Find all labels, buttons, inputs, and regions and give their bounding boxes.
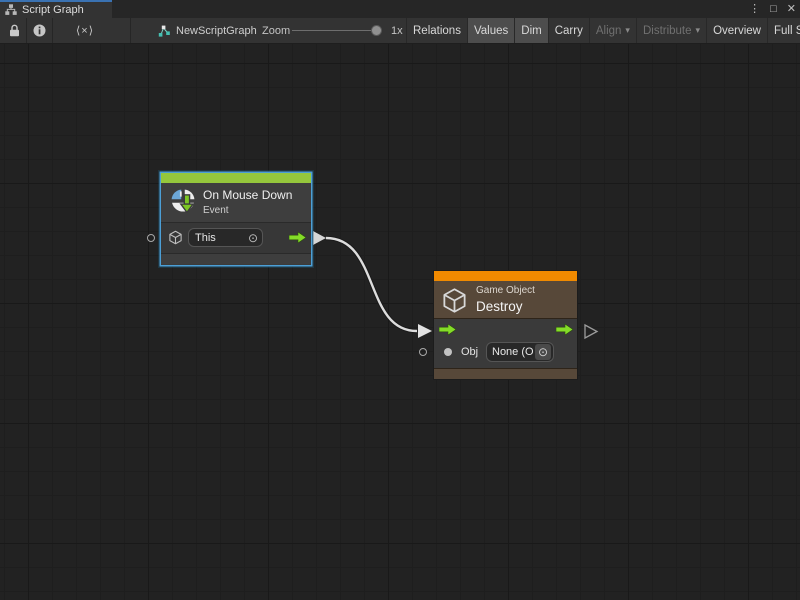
- zoom-value: 1x: [391, 18, 403, 43]
- destroy-node-header: Game Object Destroy: [434, 281, 577, 319]
- lock-button[interactable]: [5, 18, 23, 43]
- view-buttons-group: Relations Values Dim Carry Align ▾ Distr…: [406, 18, 800, 43]
- window-controls: ⋮ □ ✕: [749, 0, 796, 18]
- event-accent-bar: [161, 173, 311, 183]
- destroy-node-footer: [434, 368, 577, 379]
- script-graph-window: Script Graph ⋮ □ ✕ ⟨×⟩: [0, 0, 800, 600]
- zoom-slider-track[interactable]: [292, 30, 378, 31]
- destroy-accent-bar: [434, 271, 577, 281]
- chevron-down-icon: ▾: [696, 25, 701, 36]
- destroy-node-category: Game Object: [476, 285, 535, 296]
- event-node-subtitle: Event: [203, 205, 292, 216]
- zoom-label: Zoom: [262, 18, 290, 43]
- destroy-node[interactable]: Game Object Destroy Obj None (O ⊙: [433, 270, 578, 380]
- destroy-node-titles: Game Object Destroy: [476, 285, 535, 314]
- event-node-header: On Mouse Down Event: [161, 183, 311, 223]
- flow-input-arrow-icon[interactable]: [439, 324, 456, 335]
- event-target-field[interactable]: This ⊙: [188, 228, 263, 247]
- event-node-titles: On Mouse Down Event: [203, 188, 292, 216]
- overview-button[interactable]: Overview: [706, 18, 767, 43]
- lock-icon: [9, 24, 20, 37]
- relations-button[interactable]: Relations: [406, 18, 467, 43]
- tab-script-graph[interactable]: Script Graph: [0, 0, 112, 18]
- object-picker-icon: ⊙: [538, 345, 548, 359]
- chevron-down-icon: ▾: [625, 25, 630, 36]
- object-picker-icon[interactable]: ⊙: [248, 232, 258, 244]
- gameobject-cube-icon: [168, 230, 183, 245]
- event-node-on-mouse-down[interactable]: On Mouse Down Event This ⊙: [161, 173, 311, 265]
- destroy-node-body: Obj None (O ⊙: [434, 319, 577, 368]
- event-node-body: This ⊙: [161, 223, 311, 253]
- obj-field-value: None (O: [492, 346, 534, 358]
- graph-asset-icon: [158, 25, 170, 37]
- obj-param-label: Obj: [461, 346, 478, 358]
- mouse-down-icon: [169, 187, 197, 215]
- toolbar-separator: [130, 18, 131, 43]
- tab-title: Script Graph: [22, 4, 84, 16]
- object-picker-button[interactable]: ⊙: [535, 344, 551, 360]
- code-view-button[interactable]: ⟨×⟩: [68, 18, 102, 43]
- graph-toolbar: ⟨×⟩ NewScriptGraph Zoom 1x Relations: [0, 18, 800, 44]
- align-dropdown[interactable]: Align ▾: [589, 18, 636, 43]
- gameobject-cube-icon: [441, 287, 468, 314]
- destroy-node-title: Destroy: [476, 299, 535, 314]
- graph-canvas[interactable]: [0, 44, 800, 600]
- flow-output-arrow-icon[interactable]: [289, 232, 306, 243]
- maximize-icon[interactable]: □: [770, 0, 777, 18]
- obj-object-field[interactable]: None (O ⊙: [486, 342, 554, 362]
- code-icon: ⟨×⟩: [76, 24, 94, 37]
- destroy-obj-input-port[interactable]: [419, 348, 427, 356]
- graph-name: NewScriptGraph: [176, 25, 257, 37]
- distribute-dropdown[interactable]: Distribute ▾: [636, 18, 706, 43]
- dim-button[interactable]: Dim: [514, 18, 547, 43]
- hierarchy-graph-icon: [5, 4, 17, 16]
- values-button[interactable]: Values: [467, 18, 514, 43]
- obj-port-dot[interactable]: [444, 348, 452, 356]
- event-target-value: This: [195, 232, 216, 244]
- window-menu-icon[interactable]: ⋮: [749, 0, 760, 18]
- event-node-footer: [161, 253, 311, 264]
- tab-bar: Script Graph ⋮ □ ✕: [0, 0, 800, 18]
- event-target-input-port[interactable]: [147, 234, 155, 242]
- carry-button[interactable]: Carry: [548, 18, 589, 43]
- info-icon: [33, 24, 46, 37]
- toolbar-separator: [52, 18, 53, 43]
- info-button[interactable]: [30, 18, 48, 43]
- fullscreen-button[interactable]: Full S: [767, 18, 800, 43]
- close-icon[interactable]: ✕: [787, 0, 796, 18]
- toolbar-separator: [26, 18, 27, 43]
- event-node-title: On Mouse Down: [203, 188, 292, 202]
- graph-breadcrumb[interactable]: NewScriptGraph: [158, 18, 257, 43]
- flow-output-arrow-icon[interactable]: [556, 324, 573, 335]
- zoom-slider-thumb[interactable]: [371, 25, 382, 36]
